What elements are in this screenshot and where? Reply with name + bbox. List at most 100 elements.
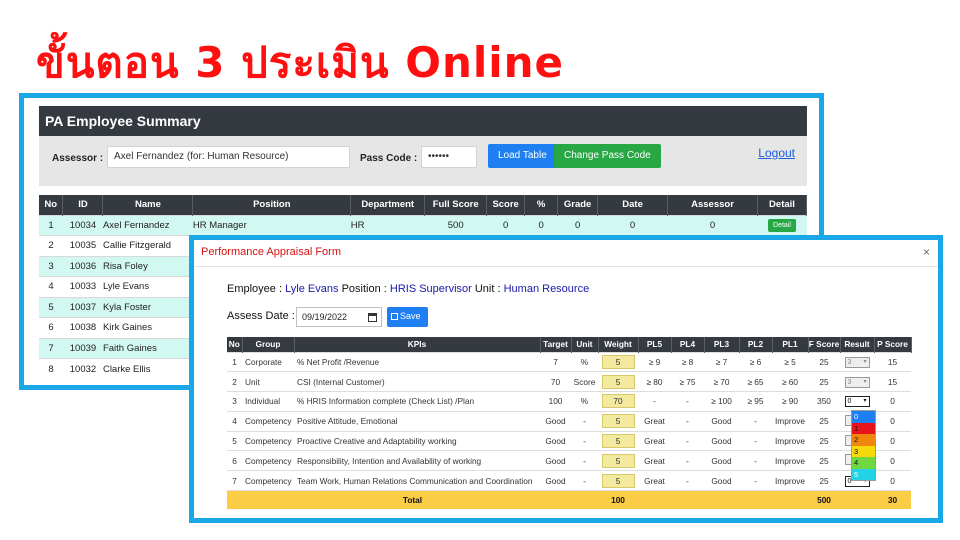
table-row[interactable]: 1 10034 Axel Fernandez HR Manager HR 500… (39, 214, 807, 236)
total-p-score: 30 (874, 490, 911, 509)
cell-unit: - (571, 430, 598, 451)
assessor-input[interactable]: Axel Fernandez (for: Human Resource) (107, 146, 350, 168)
calendar-icon[interactable] (368, 313, 377, 322)
row-id: 10032 (62, 358, 103, 379)
row-id: 10039 (62, 337, 103, 359)
col-id[interactable]: ID (62, 195, 104, 215)
result-value: 0 (847, 398, 852, 406)
cell-fscore: 25 (808, 470, 840, 491)
cell-pl3: ≥ 100 (704, 391, 739, 412)
cell-pl2: - (739, 450, 772, 471)
employee-value: Lyle Evans (285, 283, 339, 295)
col-pl1: PL1 (772, 337, 809, 352)
cell-unit: - (571, 410, 598, 432)
cell-result: 3 ▾ (840, 351, 874, 372)
result-select[interactable]: 3 ▾ (844, 376, 870, 388)
result-select[interactable]: 0▾ (844, 396, 870, 408)
cell-kpi: % Net Profit /Revenue (294, 351, 540, 372)
detail-button[interactable]: Detail (768, 218, 796, 232)
cell-pl1: Improve (772, 450, 808, 471)
row-name: Risa Foley (102, 255, 193, 277)
result-value: 3 (847, 378, 852, 386)
result-option[interactable]: 1 (852, 422, 875, 434)
cell-weight: 5 (598, 470, 638, 491)
cell-pl4: ≥ 75 (671, 371, 704, 392)
col-score[interactable]: Score (486, 195, 526, 215)
position-label: Position : (341, 283, 387, 295)
cell-fscore: 350 (808, 391, 840, 412)
cell-group: Competency (242, 410, 294, 432)
assess-date-value: 09/19/2022 (302, 312, 348, 322)
cell-pl4: - (671, 391, 704, 412)
cell-target: Good (540, 410, 571, 432)
col-no: No (227, 337, 243, 352)
result-option[interactable]: 4 (852, 457, 875, 469)
cell-pl1: ≥ 60 (772, 371, 808, 392)
save-button[interactable]: Save (387, 307, 428, 327)
result-option[interactable]: 3 (852, 445, 875, 457)
row-name: Lyle Evans (102, 276, 193, 297)
change-pass-code-button[interactable]: Change Pass Code (554, 144, 661, 168)
cell-pl1: Improve (772, 470, 808, 491)
assess-date-input[interactable]: 09/19/2022 (296, 307, 382, 327)
col-p-score: P Score (874, 337, 912, 352)
result-select[interactable]: 3 ▾ (844, 356, 870, 368)
cell-fscore: 25 (808, 371, 840, 392)
cell-weight: 5 (598, 410, 638, 432)
cell-pl3: ≥ 7 (704, 351, 739, 372)
cell-no: 6 (227, 450, 242, 471)
row-id: 10033 (62, 276, 103, 297)
col-date[interactable]: Date (597, 195, 669, 215)
result-option[interactable]: 5 (852, 468, 875, 480)
cell-pl4: - (671, 470, 704, 491)
cell-kpi: % HRIS Information complete (Check List)… (294, 391, 540, 412)
row-id: 10037 (62, 296, 103, 318)
col-grade[interactable]: Grade (557, 195, 599, 215)
col-result: Result (840, 337, 875, 352)
cell-pscore: 0 (874, 470, 911, 491)
close-icon[interactable]: × (923, 245, 930, 259)
row-percent: 0 (524, 214, 558, 236)
row-id: 10038 (62, 317, 103, 338)
col-name[interactable]: Name (102, 195, 194, 215)
pass-code-input[interactable]: •••••• (421, 146, 477, 168)
headline-banner: ขั้นตอน 3 ประเมิน Online (36, 38, 565, 87)
employee-label: Employee : (227, 283, 283, 295)
cell-pl3: ≥ 70 (704, 371, 739, 392)
row-name: Kyla Foster (102, 296, 193, 318)
employee-info: Employee : Lyle Evans Position : HRIS Su… (227, 283, 589, 295)
summary-toolbar: Assessor : Axel Fernandez (for: Human Re… (39, 136, 807, 186)
col-assessor[interactable]: Assessor (667, 195, 758, 215)
cell-pl1: ≥ 5 (772, 351, 808, 372)
col-department[interactable]: Department (350, 195, 426, 215)
unit-label: Unit : (474, 283, 501, 295)
cell-pl2: - (739, 410, 772, 432)
appraisal-row: 7 Competency Team Work, Human Relations Co… (227, 470, 911, 491)
cell-target: 70 (540, 371, 571, 392)
assessor-label: Assessor : (52, 153, 104, 164)
cell-pl5: ≥ 9 (638, 351, 671, 372)
col-full-score[interactable]: Full Score (424, 195, 488, 215)
save-label: Save (400, 311, 421, 321)
col-detail[interactable]: Detail (757, 195, 808, 215)
row-name: Faith Gaines (102, 337, 193, 359)
chevron-down-icon: ▾ (863, 358, 867, 365)
load-table-button[interactable]: Load Table (488, 144, 557, 168)
result-dropdown-list[interactable]: 012345 (851, 410, 876, 481)
col-position[interactable]: Position (192, 195, 352, 215)
logout-link[interactable]: Logout (758, 146, 795, 160)
col-no[interactable]: No (39, 195, 64, 215)
col-percent[interactable]: % (524, 195, 559, 215)
total-result-spacer (840, 490, 874, 509)
cell-result: 3 ▾ (840, 371, 874, 392)
cell-pscore: 0 (874, 391, 911, 412)
total-f-score: 500 (808, 490, 840, 509)
cell-pl2: - (739, 470, 772, 491)
cell-no: 7 (227, 470, 242, 491)
result-option[interactable]: 2 (852, 434, 875, 446)
result-option[interactable]: 0 (852, 411, 875, 423)
appraisal-modal: Performance Appraisal Form × Employee : … (189, 235, 943, 523)
cell-pl4: - (671, 450, 704, 471)
row-detail-cell: Detail (757, 214, 807, 236)
col-kpis: KPIs (294, 337, 541, 352)
